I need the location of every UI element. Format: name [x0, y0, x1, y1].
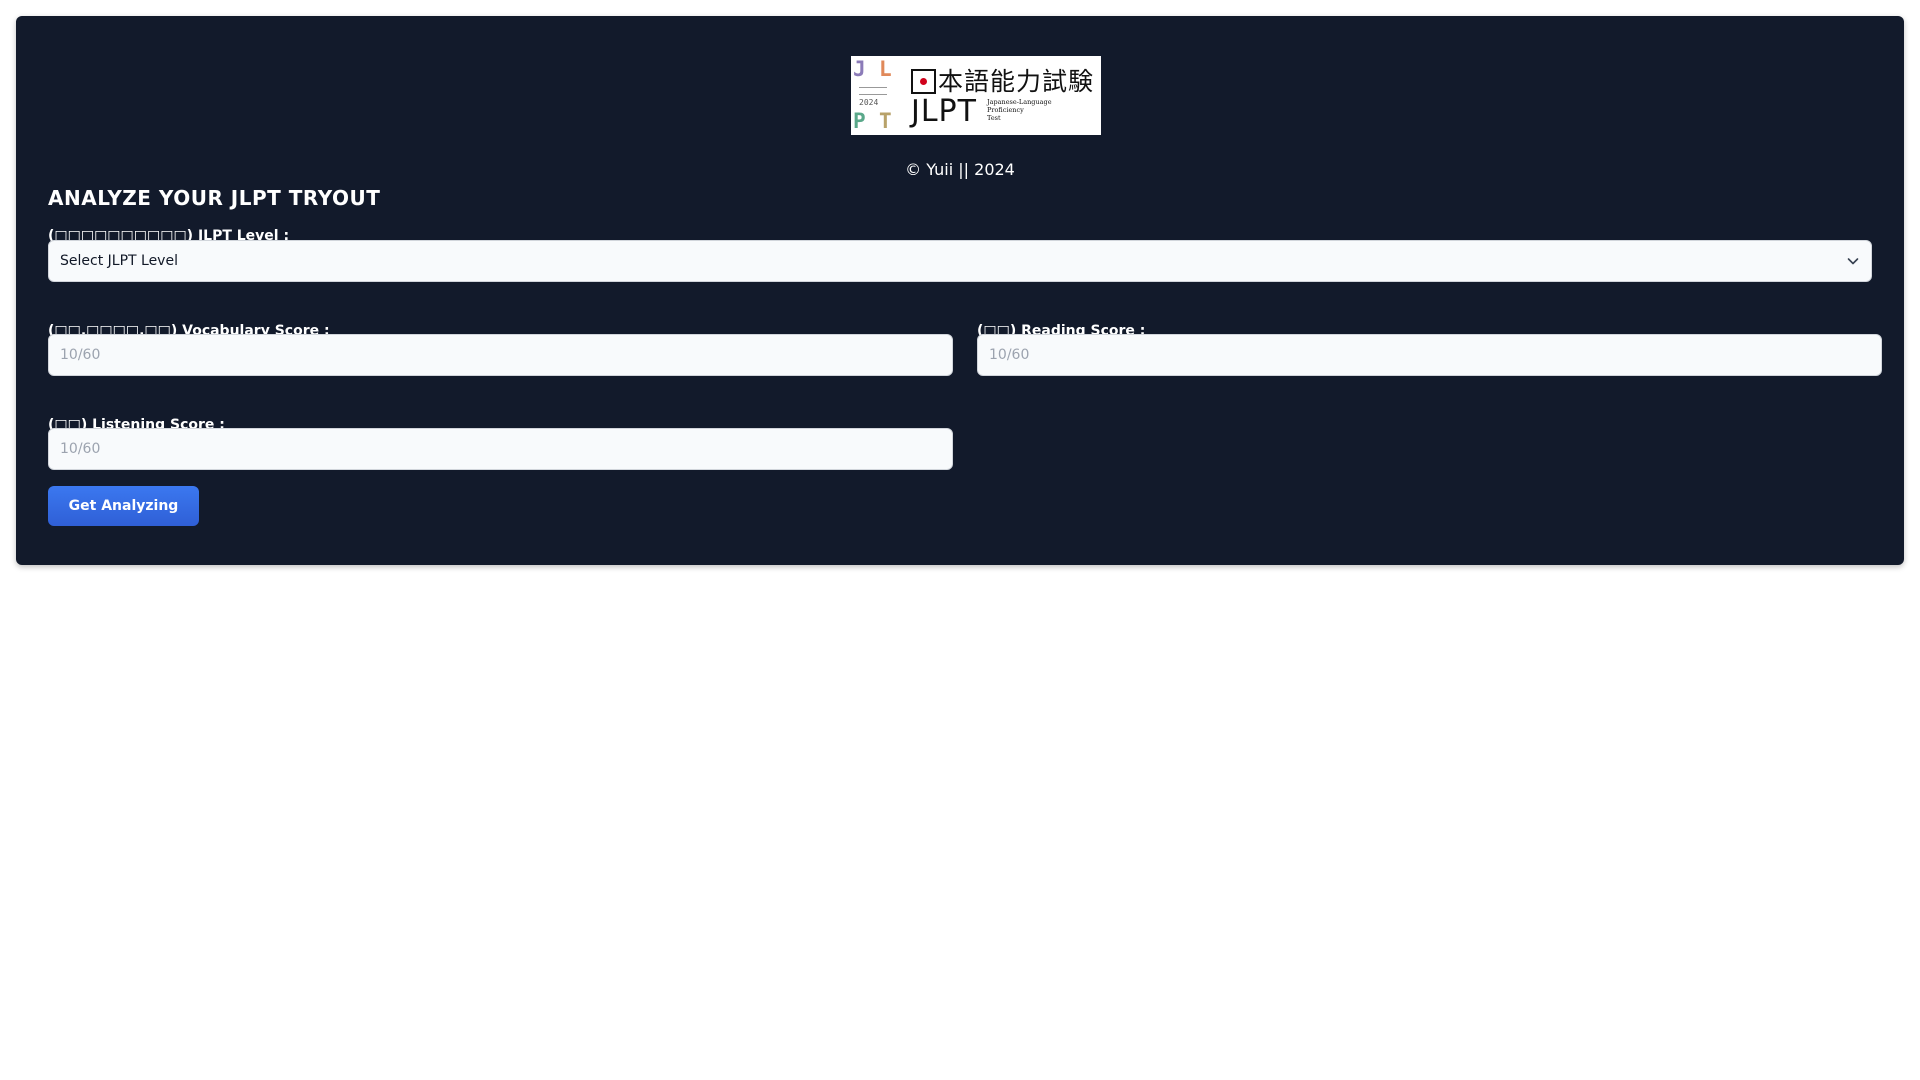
logo-jlpt-text: JLPT: [911, 94, 977, 129]
listening-score-input[interactable]: [48, 428, 953, 470]
logo-letter-grid: J L 2024 P T: [851, 56, 913, 135]
logo-subtitle-line: Japanese-Language: [987, 98, 1052, 106]
chevron-down-icon: [1847, 258, 1859, 265]
logo-letter-p: P: [853, 109, 866, 133]
logo-subtitle: Japanese-Language Proficiency Test: [987, 98, 1052, 122]
copyright-text: © Yuii || 2024: [905, 160, 1015, 179]
logo-japanese-title: 本語能力試験: [911, 62, 1094, 98]
reading-score-input[interactable]: [977, 334, 1882, 376]
logo-letter-j: J: [853, 57, 866, 81]
logo-subtitle-line: Proficiency: [987, 106, 1024, 114]
logo-letter-t: T: [879, 109, 892, 133]
vocabulary-score-input[interactable]: [48, 334, 953, 376]
logo-letter-l: L: [879, 57, 892, 81]
page-title: ANALYZE YOUR JLPT TRYOUT: [48, 186, 381, 210]
jlpt-logo: J L 2024 P T 本語能力試験 JLPT Japanese-Langua…: [851, 56, 1101, 135]
logo-japanese-text: 本語能力試験: [938, 67, 1095, 96]
logo-year: 2024: [859, 98, 879, 107]
logo-fine-print: [859, 87, 887, 95]
jlpt-level-selected-value: Select JLPT Level: [60, 253, 178, 269]
jlpt-level-select[interactable]: Select JLPT Level: [48, 240, 1872, 282]
analyzer-card: J L 2024 P T 本語能力試験 JLPT Japanese-Langua…: [16, 16, 1904, 565]
get-analyzing-button[interactable]: Get Analyzing: [48, 486, 199, 526]
logo-subtitle-line: Test: [987, 114, 1001, 122]
logo-sun-icon: [911, 69, 936, 94]
